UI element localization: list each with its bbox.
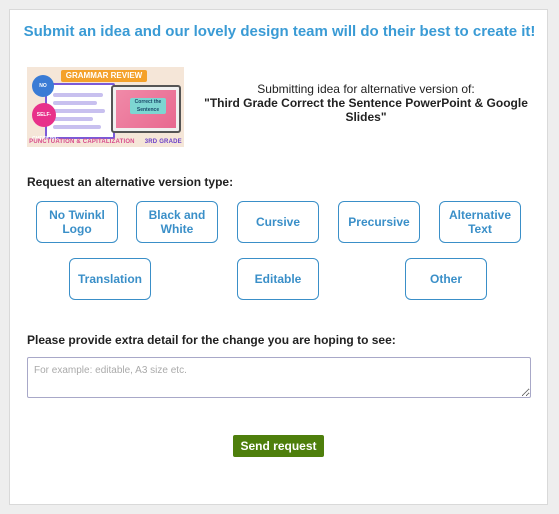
submit-intro: Submitting idea for alternative version … [257, 82, 475, 96]
resource-thumbnail: GRAMMAR REVIEW Correct the Sentence NO P… [27, 67, 184, 147]
worksheet-line [53, 125, 101, 129]
version-type-label: Request an alternative version type: [27, 175, 234, 189]
thumbnail-footer-topic: PUNCTUATION & CAPITALIZATION [29, 139, 135, 145]
option-editable[interactable]: Editable [237, 258, 319, 300]
laptop-screen: Correct the Sentence [116, 90, 176, 128]
resource-title: "Third Grade Correct the Sentence PowerP… [204, 96, 528, 124]
page-headline: Submit an idea and our lovely design tea… [23, 23, 536, 40]
option-cursive[interactable]: Cursive [237, 201, 319, 243]
submit-info: Submitting idea for alternative version … [196, 82, 536, 124]
option-black-and-white[interactable]: Black and White [136, 201, 218, 243]
badge-self-checking: SELF-CHECKING [32, 103, 59, 142]
thumbnail-footer-grade: 3RD GRADE [144, 139, 182, 145]
option-other[interactable]: Other [405, 258, 487, 300]
worksheet-line [53, 93, 103, 97]
send-request-button[interactable]: Send request [233, 435, 324, 457]
thumbnail-footer: PUNCTUATION & CAPITALIZATION 3RD GRADE [27, 139, 184, 145]
option-alternative-text[interactable]: Alternative Text [439, 201, 521, 243]
worksheet-line [53, 109, 105, 113]
badge-no-prep: NO PREP [32, 75, 54, 111]
detail-label: Please provide extra detail for the chan… [27, 333, 396, 347]
slide-title: Correct the Sentence [130, 98, 166, 114]
detail-textarea[interactable] [27, 357, 531, 398]
option-precursive[interactable]: Precursive [338, 201, 420, 243]
worksheet-line [53, 117, 93, 121]
thumbnail-slide-laptop: Correct the Sentence [111, 85, 181, 133]
option-no-twinkl-logo[interactable]: No Twinkl Logo [36, 201, 118, 243]
worksheet-line [53, 101, 97, 105]
option-translation[interactable]: Translation [69, 258, 151, 300]
thumbnail-banner: GRAMMAR REVIEW [61, 70, 147, 82]
